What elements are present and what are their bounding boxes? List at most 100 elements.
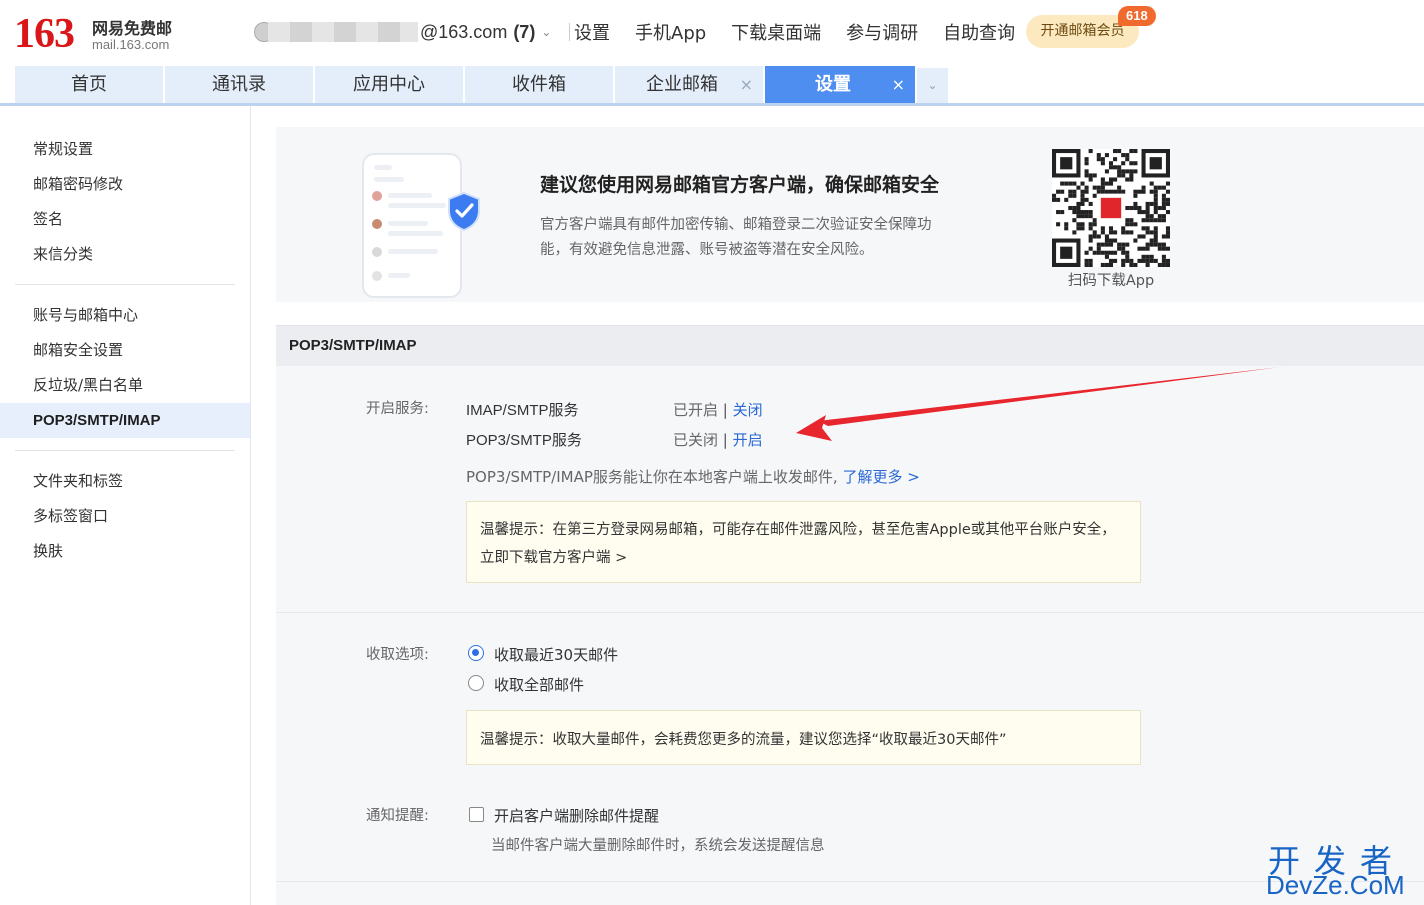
qr-module — [1141, 246, 1146, 251]
nav-mobile-app[interactable]: 手机App — [635, 19, 706, 45]
nav-download-desktop[interactable]: 下载桌面端 — [731, 19, 821, 45]
qr-module — [1153, 242, 1158, 247]
qr-module — [1068, 189, 1073, 194]
qr-module — [1108, 226, 1114, 231]
sidebar-item-folders-labels[interactable]: 文件夹和标签 — [0, 464, 250, 499]
qr-module — [1149, 181, 1154, 186]
fetch-option-label[interactable]: 收取最近30天邮件 — [494, 644, 618, 665]
phone-line — [388, 231, 443, 236]
tab-label: 收件箱 — [512, 74, 566, 95]
nav-settings[interactable]: 设置 — [574, 19, 610, 45]
sidebar-item-mail-rules[interactable]: 来信分类 — [0, 237, 250, 272]
qr-module — [1117, 169, 1122, 174]
qr-module — [1121, 189, 1126, 194]
qr-module — [1117, 246, 1122, 251]
qr-module — [1076, 201, 1081, 206]
tab-inbox[interactable]: 收件箱 — [465, 66, 613, 103]
sidebar-item-account-center[interactable]: 账号与邮箱中心 — [0, 298, 250, 333]
qr-module — [1145, 214, 1150, 219]
qr-module — [1145, 218, 1150, 223]
toggle-pop3-link[interactable]: 开启 — [733, 431, 763, 449]
account-switcher[interactable]: @163.com (7) ⌄ — [254, 18, 571, 46]
close-icon[interactable]: × — [740, 66, 753, 103]
qr-module — [1084, 169, 1089, 174]
qr-module — [1060, 210, 1065, 215]
qr-module — [1113, 149, 1118, 154]
qr-module — [1121, 262, 1126, 267]
qr-module — [1141, 258, 1146, 263]
qr-module — [1165, 181, 1170, 186]
sidebar-item-general[interactable]: 常规设置 — [0, 132, 250, 167]
qr-module — [1056, 189, 1061, 194]
qr-module — [1125, 258, 1130, 263]
divider — [276, 881, 1424, 882]
qr-module — [1113, 238, 1118, 243]
qr-module — [1052, 193, 1057, 198]
sidebar-item-password[interactable]: 邮箱密码修改 — [0, 167, 250, 202]
fetch-option-label[interactable]: 收取全部邮件 — [494, 674, 584, 695]
qr-module — [1117, 173, 1122, 178]
qr-module — [1157, 262, 1162, 267]
qr-module — [1092, 250, 1097, 255]
qr-module — [1080, 210, 1085, 215]
tab-enterprise-mail[interactable]: 企业邮箱 × — [615, 66, 763, 103]
qr-module — [1137, 234, 1142, 239]
phone-dot — [372, 247, 382, 257]
qr-module — [1129, 177, 1134, 182]
qr-module — [1161, 218, 1166, 223]
close-icon[interactable]: × — [892, 66, 905, 103]
sidebar-item-antispam[interactable]: 反垃圾/黑白名单 — [0, 368, 250, 403]
chevron-down-icon[interactable]: ⌄ — [541, 25, 551, 39]
qr-module — [1121, 242, 1126, 247]
qr-module — [1161, 254, 1166, 259]
qr-module — [1129, 161, 1134, 166]
qr-module — [1072, 230, 1077, 235]
radio-fetch-all[interactable] — [468, 675, 484, 691]
qr-module — [1121, 246, 1126, 251]
radio-fetch-30-days[interactable] — [468, 645, 484, 661]
qr-code-image[interactable] — [1052, 149, 1170, 267]
qr-module — [1072, 210, 1077, 215]
qr-module — [1108, 262, 1114, 267]
qr-module — [1072, 218, 1077, 223]
tab-more-chevron-icon[interactable]: ⌄ — [917, 68, 948, 103]
qr-module — [1104, 242, 1109, 247]
tab-app-center[interactable]: 应用中心 — [315, 66, 463, 103]
tab-home[interactable]: 首页 — [15, 66, 163, 103]
qr-module — [1157, 205, 1162, 211]
qr-module — [1121, 226, 1126, 231]
sidebar-item-security[interactable]: 邮箱安全设置 — [0, 333, 250, 368]
qr-module — [1121, 173, 1126, 178]
qr-module — [1084, 210, 1089, 215]
tab-contacts[interactable]: 通讯录 — [165, 66, 313, 103]
qr-module — [1165, 246, 1170, 251]
sidebar-item-pop3-smtp-imap[interactable]: POP3/SMTP/IMAP — [0, 403, 250, 438]
qr-module — [1153, 258, 1158, 263]
qr-module — [1056, 210, 1061, 215]
divider — [569, 23, 571, 41]
sidebar-item-skin[interactable]: 换肤 — [0, 534, 250, 569]
qr-module — [1145, 230, 1150, 235]
qr-module — [1149, 230, 1154, 235]
qr-module — [1088, 258, 1093, 263]
qr-module — [1104, 234, 1109, 239]
qr-module — [1104, 262, 1109, 267]
qr-module — [1161, 185, 1166, 190]
qr-module — [1092, 222, 1097, 227]
sidebar-item-multi-tab[interactable]: 多标签窗口 — [0, 499, 250, 534]
qr-module — [1125, 222, 1130, 227]
account-email: @163.com — [420, 21, 508, 42]
nav-self-service[interactable]: 自助查询 — [943, 19, 1015, 45]
qr-module — [1133, 262, 1138, 267]
sidebar-item-signature[interactable]: 签名 — [0, 202, 250, 237]
tab-settings[interactable]: 设置 × — [765, 66, 915, 103]
notify-option-label[interactable]: 开启客户端删除邮件提醒 — [494, 805, 659, 826]
checkbox-delete-alert[interactable] — [469, 807, 484, 822]
toggle-imap-link[interactable]: 关闭 — [733, 401, 763, 419]
qr-module — [1165, 262, 1170, 267]
qr-module — [1076, 210, 1081, 215]
nav-survey[interactable]: 参与调研 — [846, 19, 918, 45]
qr-module — [1096, 234, 1101, 239]
download-client-link[interactable]: 立即下载官方客户端 > — [480, 546, 627, 567]
learn-more-link[interactable]: 了解更多 > — [842, 468, 919, 486]
